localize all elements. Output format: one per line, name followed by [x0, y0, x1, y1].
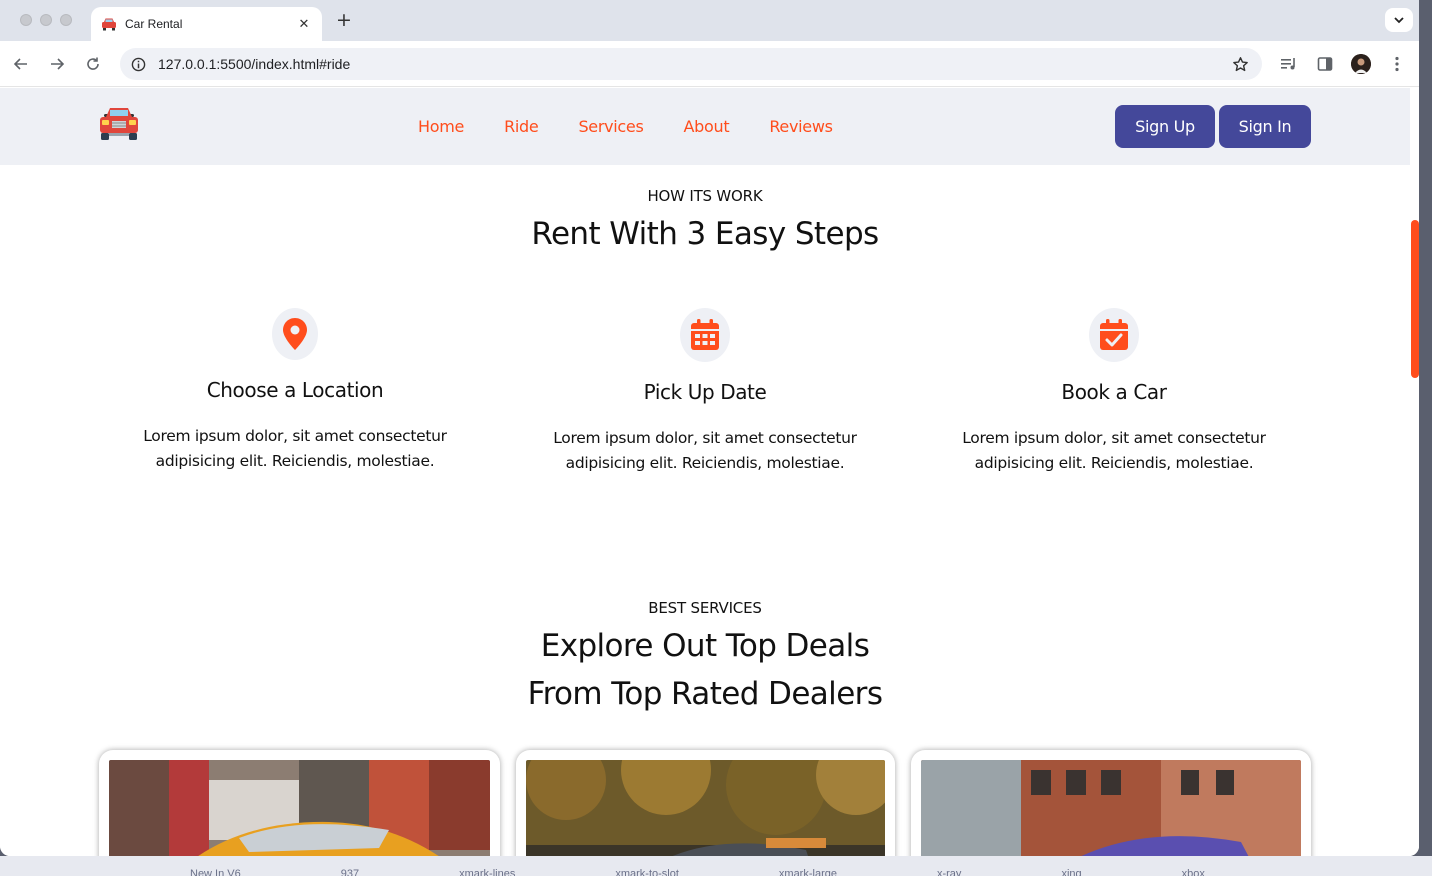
browser-menu-icon[interactable]	[1386, 53, 1408, 75]
deal-card[interactable]	[911, 750, 1311, 856]
reload-button[interactable]	[82, 53, 104, 75]
strip-item: x-ray	[936, 868, 962, 876]
tab-car-rental[interactable]: Car Rental ✕	[91, 7, 322, 41]
maximize-window-button[interactable]	[60, 14, 72, 26]
browser-window: Car Rental ✕ + 127.0.0.1:5500/index.html…	[0, 0, 1419, 856]
page-scrollbar[interactable]	[1410, 88, 1419, 856]
car-photo-park	[526, 760, 885, 856]
strip-item: 937	[340, 868, 360, 876]
side-panel-icon[interactable]	[1314, 53, 1336, 75]
services-title-line1: Explore Out Top Deals	[540, 628, 870, 664]
how-it-works-title: Rent With 3 Easy Steps	[531, 216, 879, 252]
step-text-line: Lorem ipsum dolor, sit amet consectetur	[553, 429, 857, 447]
chevron-down-icon	[1394, 17, 1404, 24]
media-control-icon[interactable]	[1278, 53, 1300, 75]
car-favicon-icon	[101, 16, 117, 32]
car-logo-icon[interactable]	[98, 104, 140, 142]
nav-reviews[interactable]: Reviews	[769, 117, 833, 136]
scrollbar-thumb[interactable]	[1411, 220, 1419, 378]
step-text-line: adipisicing elit. Reiciendis, molestiae.	[974, 454, 1254, 472]
nav-ride[interactable]: Ride	[504, 117, 539, 136]
strip-item: xmark-to-slot	[615, 868, 679, 876]
browser-toolbar: 127.0.0.1:5500/index.html#ride	[0, 41, 1419, 87]
step-card: Choose a Location Lorem ipsum dolor, sit…	[90, 308, 500, 474]
strip-item: xbox	[1181, 868, 1205, 876]
tab-strip: Car Rental ✕ +	[0, 0, 1419, 41]
step-text-line: adipisicing elit. Reiciendis, molestiae.	[565, 454, 845, 472]
deal-card[interactable]	[99, 750, 500, 856]
close-tab-icon[interactable]: ✕	[296, 17, 312, 32]
step-text-line: Lorem ipsum dolor, sit amet consectetur	[143, 427, 447, 445]
step-description: Lorem ipsum dolor, sit amet consectetur …	[500, 426, 910, 476]
main-nav: Home Ride Services About Reviews	[418, 117, 833, 136]
step-title: Book a Car	[1061, 380, 1167, 404]
sign-in-button[interactable]: Sign In	[1219, 105, 1311, 148]
profile-avatar[interactable]	[1350, 53, 1372, 75]
step-description: Lorem ipsum dolor, sit amet consectetur …	[909, 426, 1319, 476]
step-description: Lorem ipsum dolor, sit amet consectetur …	[90, 424, 500, 474]
site-header: Home Ride Services About Reviews Sign Up…	[0, 88, 1410, 165]
step-title: Choose a Location	[206, 378, 384, 402]
services-title-line2: From Top Rated Dealers	[527, 676, 883, 712]
minimize-window-button[interactable]	[40, 14, 52, 26]
sign-up-button[interactable]: Sign Up	[1115, 105, 1215, 148]
calendar-check-icon	[1089, 308, 1139, 362]
nav-home[interactable]: Home	[418, 117, 464, 136]
new-tab-button[interactable]: +	[334, 10, 354, 30]
location-pin-icon	[272, 308, 318, 360]
tab-search-button[interactable]	[1385, 8, 1413, 32]
forward-button[interactable]	[46, 53, 68, 75]
step-card: Pick Up Date Lorem ipsum dolor, sit amet…	[500, 308, 910, 476]
reload-icon	[87, 57, 99, 70]
services-subtitle: BEST SERVICES	[648, 599, 762, 617]
car-photo-taxi	[109, 760, 490, 856]
auth-buttons: Sign Up Sign In	[1115, 105, 1311, 148]
arrow-left-icon	[13, 58, 27, 70]
strip-item: xmark-large	[778, 868, 837, 876]
deal-card[interactable]	[516, 750, 895, 856]
tab-title: Car Rental	[125, 17, 183, 31]
url-text[interactable]: 127.0.0.1:5500/index.html#ride	[158, 56, 1230, 72]
strip-item: xmark-lines	[459, 868, 516, 876]
car-photo-city	[921, 760, 1301, 856]
nav-services[interactable]: Services	[578, 117, 643, 136]
background-strip: New In V6 937 xmark-lines xmark-to-slot …	[0, 856, 1432, 876]
strip-item: New In V6	[190, 868, 241, 876]
page-viewport: Home Ride Services About Reviews Sign Up…	[0, 88, 1419, 856]
step-text-line: adipisicing elit. Reiciendis, molestiae.	[155, 452, 435, 470]
step-text-line: Lorem ipsum dolor, sit amet consectetur	[962, 429, 1266, 447]
back-button[interactable]	[10, 53, 32, 75]
strip-item: xing	[1061, 868, 1082, 876]
how-it-works-subtitle: HOW ITS WORK	[647, 187, 763, 205]
address-bar[interactable]: 127.0.0.1:5500/index.html#ride	[120, 48, 1262, 80]
bookmark-star-icon[interactable]	[1230, 54, 1250, 74]
site-info-icon[interactable]	[130, 56, 146, 72]
nav-about[interactable]: About	[684, 117, 730, 136]
close-window-button[interactable]	[20, 14, 32, 26]
window-controls	[20, 14, 72, 26]
step-title: Pick Up Date	[643, 380, 767, 404]
arrow-right-icon	[51, 58, 65, 70]
step-card: Book a Car Lorem ipsum dolor, sit amet c…	[909, 308, 1319, 476]
calendar-icon	[680, 308, 730, 362]
